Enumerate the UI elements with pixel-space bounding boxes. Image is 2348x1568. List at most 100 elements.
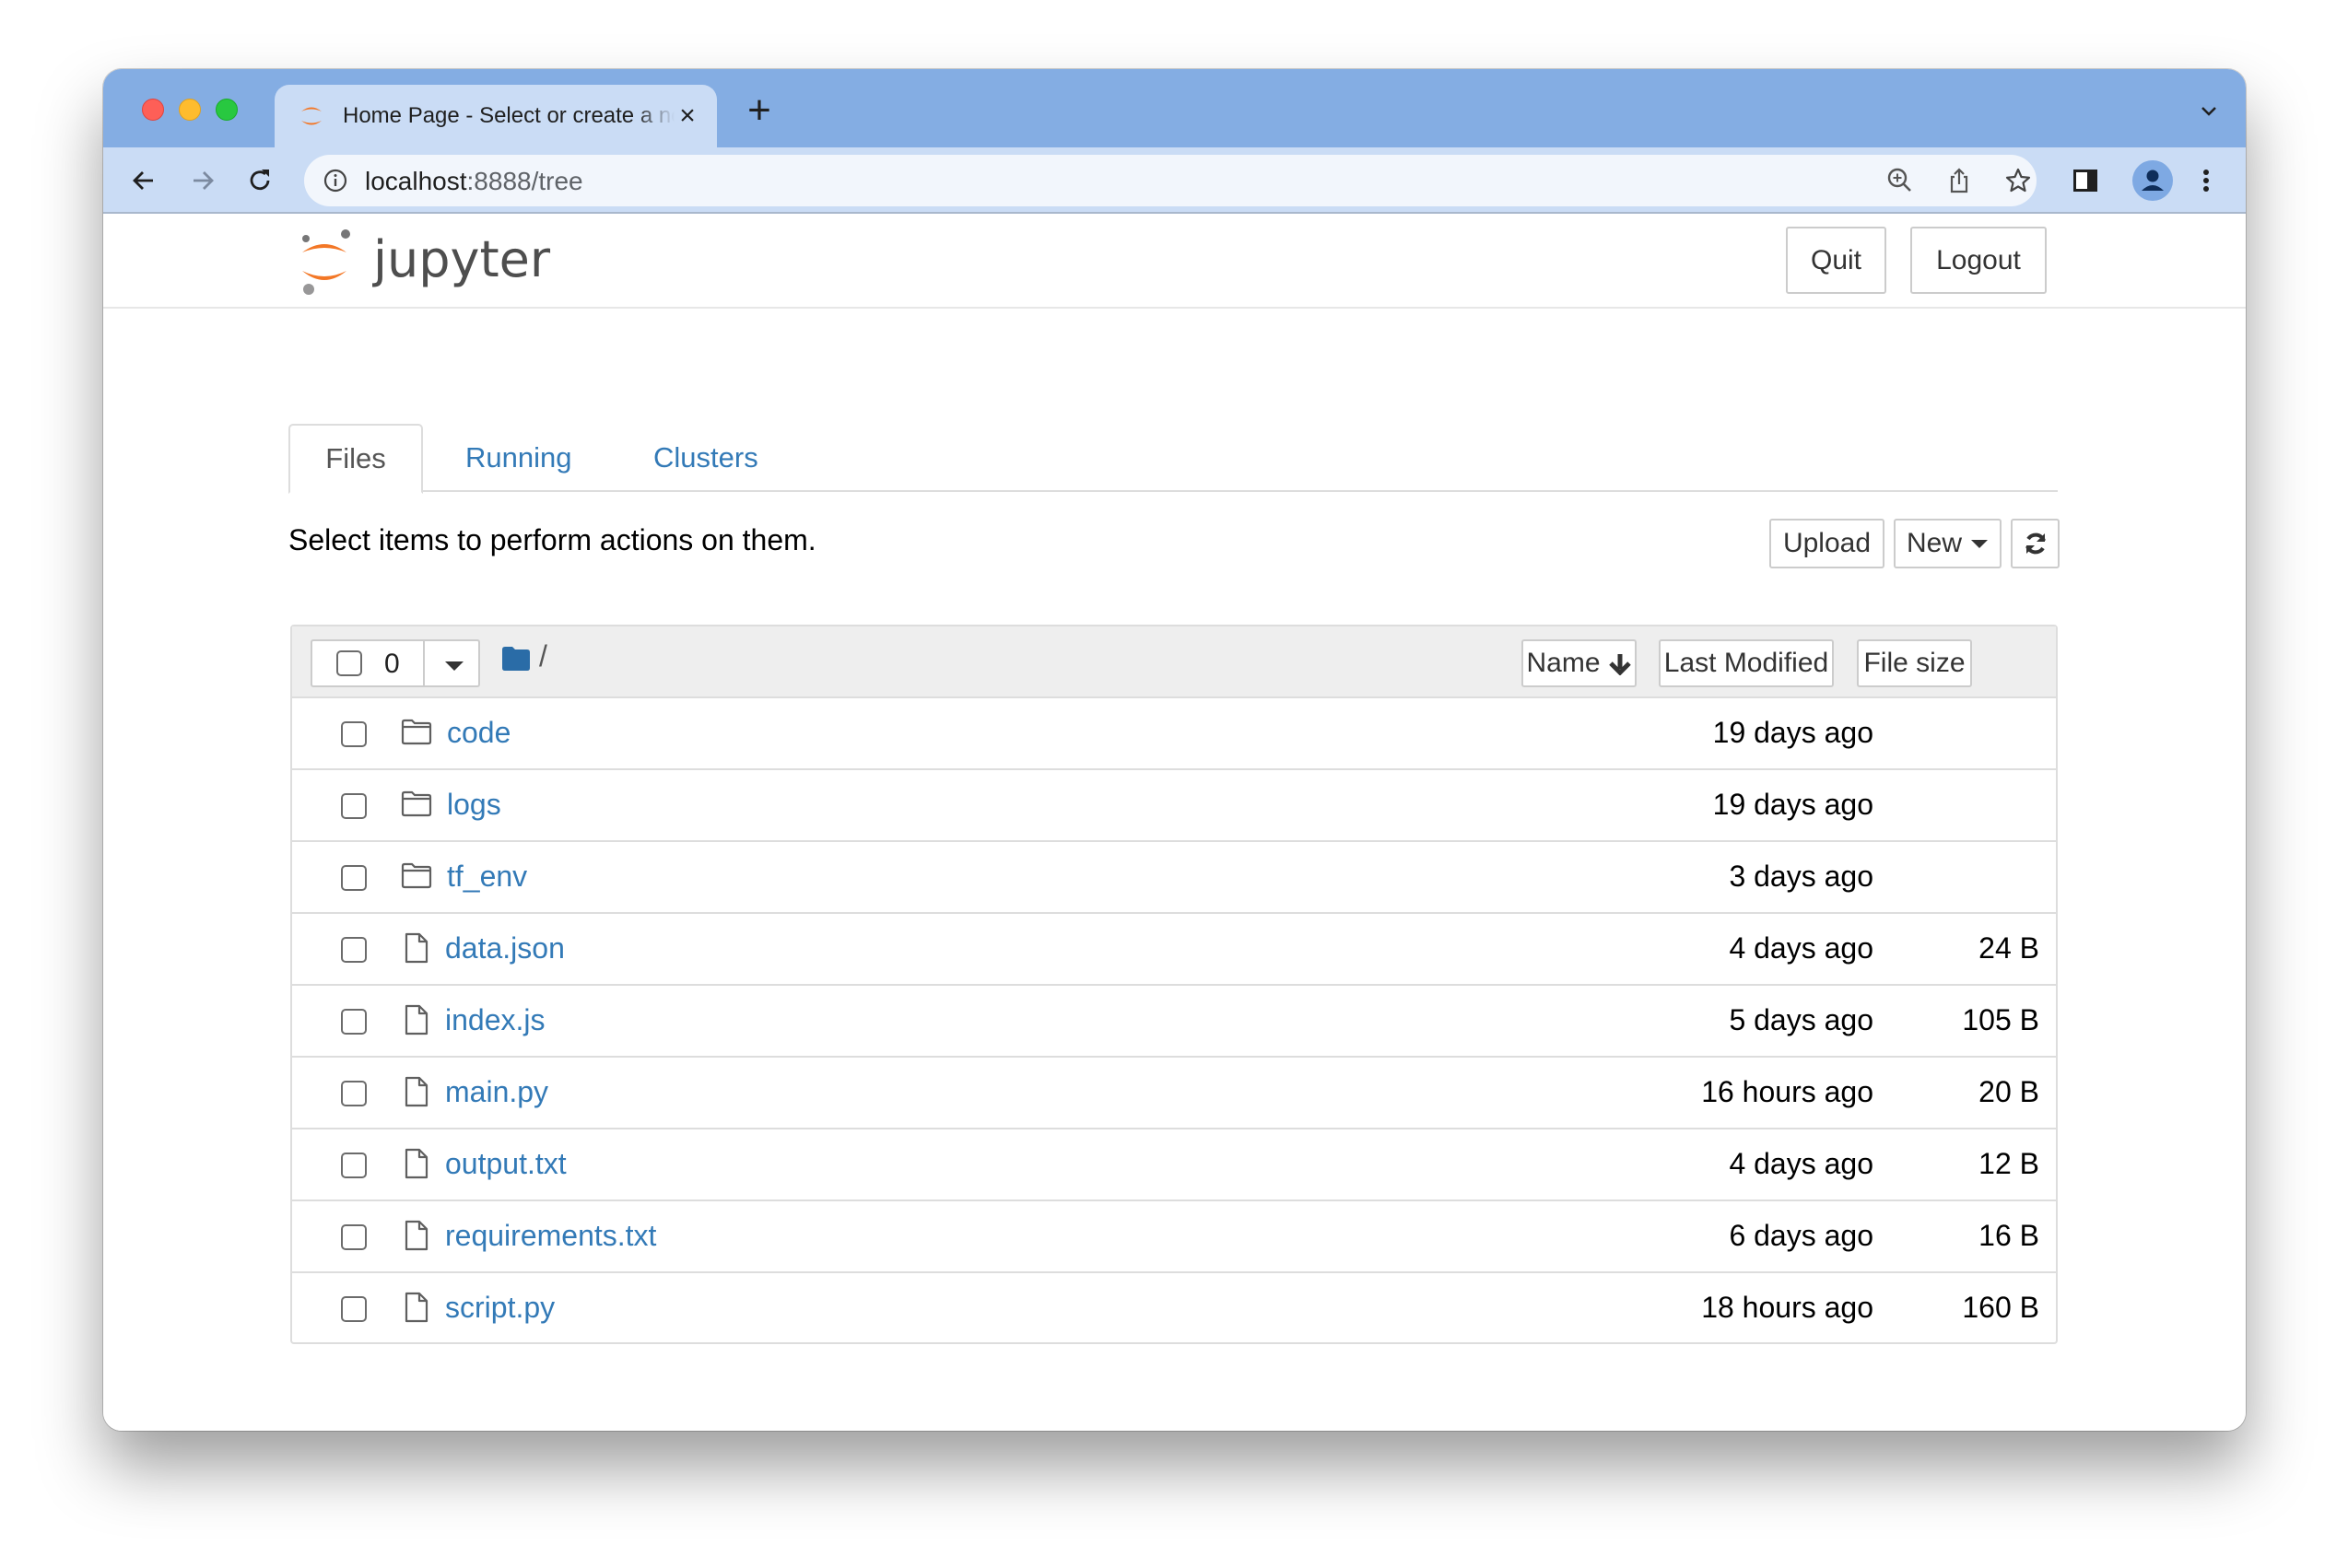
select-all-checkbox[interactable] bbox=[336, 650, 362, 676]
tab-list-chevron-icon[interactable] bbox=[2198, 100, 2220, 123]
maximize-window-button[interactable] bbox=[216, 99, 238, 121]
file-list: 0 / Name Last Modified File size code 19… bbox=[290, 625, 2058, 1344]
folder-icon[interactable] bbox=[502, 647, 530, 671]
select-menu-dropdown[interactable] bbox=[425, 641, 480, 685]
jupyter-icon bbox=[301, 107, 322, 125]
item-name-link[interactable]: logs bbox=[447, 788, 501, 822]
caret-down-icon bbox=[445, 661, 464, 671]
item-last-modified: 4 days ago bbox=[1729, 931, 1873, 965]
item-last-modified: 3 days ago bbox=[1729, 860, 1873, 893]
item-name-link[interactable]: output.txt bbox=[445, 1147, 567, 1181]
item-last-modified: 19 days ago bbox=[1712, 788, 1873, 821]
file-icon bbox=[401, 1220, 432, 1251]
folder-icon bbox=[401, 789, 432, 820]
forward-icon[interactable] bbox=[186, 164, 219, 197]
arrow-down-icon bbox=[1608, 654, 1631, 675]
close-window-button[interactable] bbox=[142, 99, 164, 121]
url-host: localhost bbox=[365, 167, 467, 195]
file-icon bbox=[401, 932, 432, 964]
sort-by-file-size-button[interactable]: File size bbox=[1857, 639, 1972, 687]
refresh-button[interactable] bbox=[2011, 519, 2060, 568]
minimize-window-button[interactable] bbox=[179, 99, 201, 121]
item-file-size: 160 B bbox=[1962, 1291, 2039, 1324]
row-checkbox[interactable] bbox=[341, 865, 367, 891]
file-list-row[interactable]: script.py 18 hours ago 160 B bbox=[292, 1273, 2056, 1345]
upload-button[interactable]: Upload bbox=[1769, 519, 1884, 568]
url-path: :8888/tree bbox=[466, 167, 583, 195]
file-list-row[interactable]: requirements.txt 6 days ago 16 B bbox=[292, 1201, 2056, 1273]
selection-hint: Select items to perform actions on them. bbox=[288, 523, 816, 556]
row-checkbox[interactable] bbox=[341, 937, 367, 963]
row-checkbox[interactable] bbox=[341, 793, 367, 819]
file-list-header: 0 / Name Last Modified File size bbox=[292, 626, 2056, 698]
breadcrumb-root[interactable]: / bbox=[539, 639, 547, 673]
select-all-group: 0 bbox=[311, 639, 480, 687]
browser-window: Home Page - Select or create a notebook … bbox=[103, 69, 2246, 1431]
jupyter-logo-icon bbox=[302, 229, 350, 295]
chevron-down-icon bbox=[1971, 539, 1989, 548]
row-checkbox[interactable] bbox=[341, 1153, 367, 1178]
jupyter-logo-text: jupyter bbox=[373, 230, 551, 288]
file-icon bbox=[401, 1076, 432, 1107]
row-checkbox[interactable] bbox=[341, 1224, 367, 1250]
item-last-modified: 18 hours ago bbox=[1701, 1291, 1873, 1324]
item-file-size: 105 B bbox=[1962, 1003, 2039, 1036]
tab-strip: Home Page - Select or create a notebook … bbox=[103, 69, 2246, 147]
file-list-row[interactable]: output.txt 4 days ago 12 B bbox=[292, 1129, 2056, 1201]
row-checkbox[interactable] bbox=[341, 1081, 367, 1106]
item-last-modified: 19 days ago bbox=[1712, 716, 1873, 749]
file-icon bbox=[401, 1292, 432, 1323]
jupyter-logo[interactable]: jupyter bbox=[295, 225, 553, 298]
item-name-link[interactable]: script.py bbox=[445, 1291, 555, 1325]
jupyter-header: jupyter Quit Logout bbox=[103, 216, 2246, 309]
row-checkbox[interactable] bbox=[341, 721, 367, 747]
item-file-size: 24 B bbox=[1978, 931, 2039, 965]
item-name-link[interactable]: code bbox=[447, 716, 511, 750]
back-icon[interactable] bbox=[127, 164, 160, 197]
item-file-size: 20 B bbox=[1978, 1075, 2039, 1108]
item-file-size: 12 B bbox=[1978, 1147, 2039, 1180]
main-tabs: Files Running Clusters bbox=[288, 424, 2058, 494]
new-dropdown-button[interactable]: New bbox=[1894, 519, 2002, 568]
file-icon bbox=[401, 1004, 432, 1036]
row-checkbox[interactable] bbox=[341, 1296, 367, 1322]
quit-button[interactable]: Quit bbox=[1786, 227, 1886, 294]
item-last-modified: 4 days ago bbox=[1729, 1147, 1873, 1180]
sort-by-last-modified-button[interactable]: Last Modified bbox=[1659, 639, 1834, 687]
item-name-link[interactable]: index.js bbox=[445, 1003, 546, 1037]
tab-clusters[interactable]: Clusters bbox=[653, 424, 758, 492]
new-tab-button[interactable]: + bbox=[741, 90, 778, 131]
file-list-row[interactable]: tf_env 3 days ago bbox=[292, 842, 2056, 914]
tab-title: Home Page - Select or create a notebook bbox=[343, 103, 675, 128]
file-list-row[interactable]: code 19 days ago bbox=[292, 698, 2056, 770]
row-checkbox[interactable] bbox=[341, 1009, 367, 1035]
item-name-link[interactable]: data.json bbox=[445, 931, 565, 965]
tab-running[interactable]: Running bbox=[465, 424, 571, 492]
folder-icon bbox=[401, 860, 432, 892]
item-file-size: 16 B bbox=[1978, 1219, 2039, 1252]
info-icon[interactable] bbox=[323, 168, 348, 193]
file-list-row[interactable]: index.js 5 days ago 105 B bbox=[292, 986, 2056, 1058]
logout-button[interactable]: Logout bbox=[1910, 227, 2047, 294]
side-panel-icon[interactable] bbox=[2069, 164, 2102, 197]
sort-by-name-button[interactable]: Name bbox=[1521, 639, 1637, 687]
url-text[interactable]: localhost:8888/tree bbox=[365, 167, 583, 196]
more-menu-icon[interactable] bbox=[2190, 164, 2223, 197]
zoom-icon[interactable] bbox=[1885, 166, 1915, 195]
reload-icon[interactable] bbox=[243, 164, 276, 197]
file-list-row[interactable]: main.py 16 hours ago 20 B bbox=[292, 1058, 2056, 1129]
file-list-row[interactable]: logs 19 days ago bbox=[292, 770, 2056, 842]
file-list-row[interactable]: data.json 4 days ago 24 B bbox=[292, 914, 2056, 986]
folder-icon bbox=[401, 717, 432, 748]
close-tab-icon[interactable]: × bbox=[675, 102, 700, 130]
item-name-link[interactable]: tf_env bbox=[447, 860, 527, 894]
bookmark-star-icon[interactable] bbox=[2003, 166, 2033, 195]
profile-avatar-icon[interactable] bbox=[2132, 160, 2173, 201]
item-name-link[interactable]: main.py bbox=[445, 1075, 548, 1109]
tab-files[interactable]: Files bbox=[288, 424, 423, 494]
share-icon[interactable] bbox=[1944, 166, 1974, 195]
item-name-link[interactable]: requirements.txt bbox=[445, 1219, 656, 1253]
browser-tab-active[interactable]: Home Page - Select or create a notebook … bbox=[275, 85, 717, 147]
address-bar[interactable]: localhost:8888/tree bbox=[304, 155, 2037, 206]
browser-toolbar: localhost:8888/tree bbox=[103, 147, 2246, 214]
